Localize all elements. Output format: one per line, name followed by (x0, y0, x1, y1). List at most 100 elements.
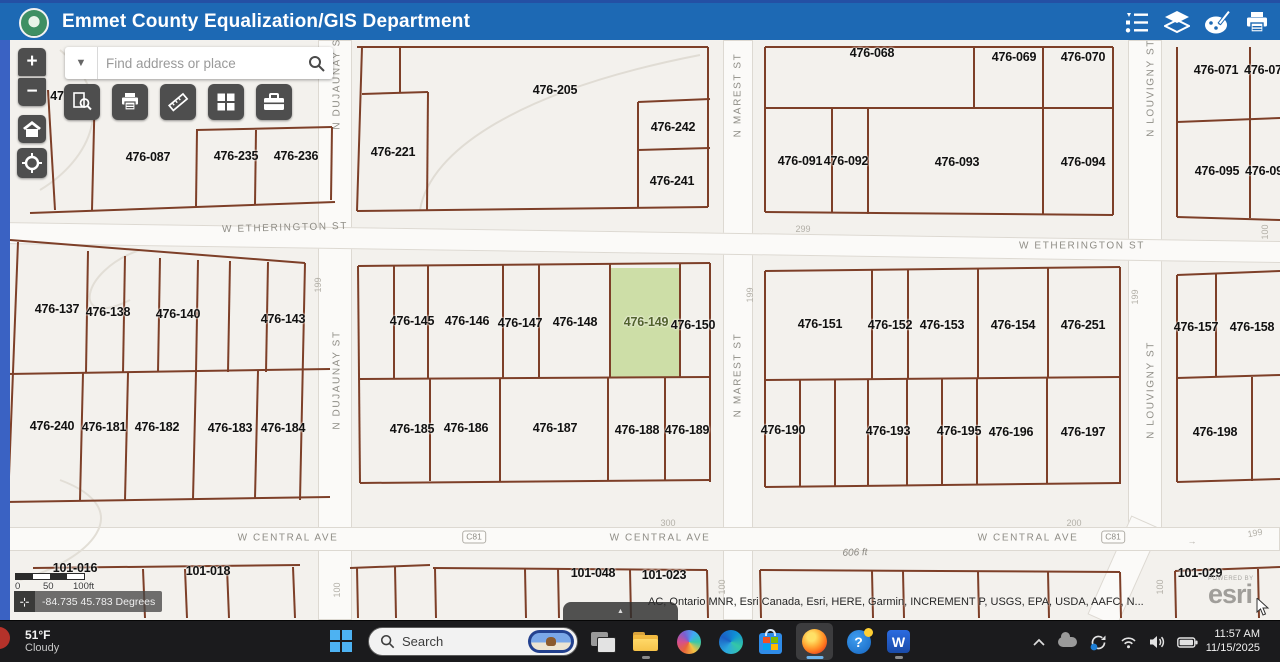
onedrive-icon[interactable] (1058, 637, 1077, 647)
home-button[interactable] (18, 115, 46, 143)
start-button[interactable] (330, 630, 353, 653)
street-number: 100 (1155, 579, 1165, 594)
search-input[interactable] (98, 56, 299, 71)
parcel-label-476-157[interactable]: 476-157 (1174, 320, 1218, 334)
copilot-button[interactable] (670, 623, 707, 660)
parcel-search-tool[interactable] (64, 84, 100, 120)
print-tool[interactable] (112, 84, 148, 120)
parcel-label-476-181[interactable]: 476-181 (82, 420, 126, 434)
street-number: 300 (660, 518, 675, 528)
parcel-label-476-140[interactable]: 476-140 (156, 307, 200, 321)
parcel-label-476-137[interactable]: 476-137 (35, 302, 79, 316)
parcel-label-476-197[interactable]: 476-197 (1061, 425, 1105, 439)
edge-button[interactable] (712, 623, 749, 660)
microsoft-store-button[interactable] (752, 623, 789, 660)
weather-widget[interactable]: 51°F Cloudy (0, 621, 59, 662)
parcel-label-476-146[interactable]: 476-146 (445, 314, 489, 328)
wifi-icon[interactable] (1120, 636, 1137, 649)
street-label: N MAREST ST (733, 53, 744, 138)
parcel-label-476-09[interactable]: 476-09 (1245, 164, 1280, 178)
parcel-label-476-147[interactable]: 476-147 (498, 316, 542, 330)
measure-tool[interactable] (160, 84, 196, 120)
volume-icon[interactable] (1149, 635, 1165, 649)
parcel-label-476-093[interactable]: 476-093 (935, 155, 979, 169)
get-help-button[interactable]: ? (840, 623, 877, 660)
parcel-label-476-187[interactable]: 476-187 (533, 421, 577, 435)
parcel-label-476-182[interactable]: 476-182 (135, 420, 179, 434)
search-source-dropdown[interactable]: ▼ (65, 47, 98, 79)
parcel-label-476-251[interactable]: 476-251 (1061, 318, 1105, 332)
word-button[interactable]: W (880, 623, 917, 660)
parcel-label-476-188[interactable]: 476-188 (615, 423, 659, 437)
parcel-label-476-138[interactable]: 476-138 (86, 305, 130, 319)
file-explorer-icon (633, 632, 658, 651)
parcel-label-476-095[interactable]: 476-095 (1195, 164, 1239, 178)
parcel-label-476-071[interactable]: 476-071 (1194, 63, 1238, 77)
tray-chevron-up-icon[interactable] (1032, 637, 1046, 647)
parcel-label-476-148[interactable]: 476-148 (553, 315, 597, 329)
parcel-label-476-205[interactable]: 476-205 (533, 83, 577, 97)
parcel-label-476-195[interactable]: 476-195 (937, 424, 981, 438)
parcel-label-476-221[interactable]: 476-221 (371, 145, 415, 159)
parcel-label-476-183[interactable]: 476-183 (208, 421, 252, 435)
parcel-label-476-242[interactable]: 476-242 (651, 120, 695, 134)
clock-widget[interactable]: 11:57 AM 11/15/2025 (1200, 626, 1266, 656)
basemap-tool[interactable] (208, 84, 244, 120)
crosshair-icon[interactable]: ⊹ (14, 591, 35, 612)
parcel-label-476-07[interactable]: 476-07 (1244, 63, 1280, 77)
file-explorer-button[interactable] (627, 623, 664, 660)
parcel-label-476-235[interactable]: 476-235 (214, 149, 258, 163)
parcel-label-476-189[interactable]: 476-189 (665, 423, 709, 437)
parcel-label-476-092[interactable]: 476-092 (824, 154, 868, 168)
parcel-label-476-158[interactable]: 476-158 (1230, 320, 1274, 334)
attribution-expand-tab[interactable]: ▲ (563, 602, 678, 620)
parcel-label-476-069[interactable]: 476-069 (992, 50, 1036, 64)
sync-update-icon[interactable] (1089, 633, 1108, 652)
task-view-button[interactable] (584, 623, 621, 660)
layers-icon[interactable] (1164, 10, 1190, 36)
parcel-label-101-018[interactable]: 101-018 (186, 564, 230, 578)
zoom-out-button[interactable]: − (18, 78, 46, 106)
taskbar-search[interactable]: Search (368, 627, 578, 656)
parcel-label-101-023[interactable]: 101-023 (642, 568, 686, 582)
parcel-label-476-087[interactable]: 476-087 (126, 150, 170, 164)
firefox-button[interactable] (796, 623, 833, 660)
parcel-label-476-185[interactable]: 476-185 (390, 422, 434, 436)
parcel-label-476-153[interactable]: 476-153 (920, 318, 964, 332)
parcel-label-476-150[interactable]: 476-150 (671, 318, 715, 332)
parcel-label-476-184[interactable]: 476-184 (261, 421, 305, 435)
parcel-label-476-193[interactable]: 476-193 (866, 424, 910, 438)
parcel-label-476-149[interactable]: 476-149 (624, 315, 668, 329)
battery-icon[interactable] (1177, 637, 1198, 648)
parcel-label-476-094[interactable]: 476-094 (1061, 155, 1105, 169)
parcel-label-476-070[interactable]: 476-070 (1061, 50, 1105, 64)
parcel-label-476-152[interactable]: 476-152 (868, 318, 912, 332)
map-canvas[interactable]: + − ▼ (0, 40, 1280, 620)
parcel-label-476-186[interactable]: 476-186 (444, 421, 488, 435)
address-search-widget: ▼ (65, 47, 333, 79)
parcel-label-476-240[interactable]: 476-240 (30, 419, 74, 433)
parcel-label-476-241[interactable]: 476-241 (650, 174, 694, 188)
draw-palette-icon[interactable] (1204, 10, 1230, 36)
parcel-label-47[interactable]: 47 (50, 89, 64, 103)
parcel-label-476-068[interactable]: 476-068 (850, 46, 894, 60)
parcel-label-476-145[interactable]: 476-145 (390, 314, 434, 328)
zoom-in-button[interactable]: + (18, 48, 46, 76)
legend-icon[interactable] (1124, 10, 1150, 36)
search-submit-button[interactable] (299, 47, 333, 79)
parcel-label-476-091[interactable]: 476-091 (778, 154, 822, 168)
print-icon[interactable] (1244, 10, 1270, 36)
emmet-county-seal-logo (19, 8, 49, 38)
parcel-label-476-190[interactable]: 476-190 (761, 423, 805, 437)
parcel-label-101-048[interactable]: 101-048 (571, 566, 615, 580)
locate-button[interactable] (17, 148, 47, 178)
parcel-label-476-236[interactable]: 476-236 (274, 149, 318, 163)
parcel-label-476-154[interactable]: 476-154 (991, 318, 1035, 332)
tools-toolbox[interactable] (256, 84, 292, 120)
parcel-label-476-198[interactable]: 476-198 (1193, 425, 1237, 439)
parcel-label-476-143[interactable]: 476-143 (261, 312, 305, 326)
mouse-cursor (1256, 598, 1271, 617)
parcel-label-476-196[interactable]: 476-196 (989, 425, 1033, 439)
parcel-label-476-151[interactable]: 476-151 (798, 317, 842, 331)
street-label: N LOUVIGNY ST (1146, 341, 1157, 439)
